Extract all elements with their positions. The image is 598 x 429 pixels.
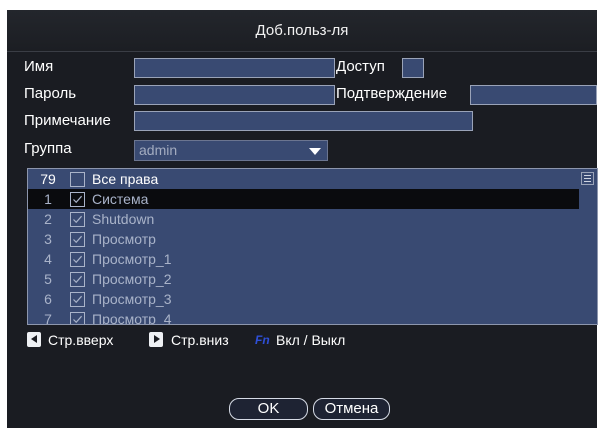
- access-label: Доступ: [336, 58, 385, 75]
- checkmark-icon[interactable]: [70, 192, 85, 207]
- list-item[interactable]: 2 Shutdown: [28, 209, 579, 229]
- list-item-number: 7: [44, 311, 52, 325]
- chevron-left-icon[interactable]: [27, 332, 41, 347]
- list-item[interactable]: 1 Система: [28, 189, 579, 209]
- list-item-number: 3: [44, 231, 52, 247]
- permissions-count: 79: [40, 171, 56, 187]
- group-select[interactable]: admin: [134, 140, 328, 161]
- note-label: Примечание: [24, 112, 111, 129]
- select-all-checkbox[interactable]: [70, 172, 85, 187]
- permissions-header-row[interactable]: 79 Все права: [28, 169, 579, 189]
- list-item-label: Shutdown: [92, 211, 155, 227]
- ok-button[interactable]: OK: [229, 398, 308, 420]
- access-checkbox[interactable]: [402, 58, 424, 78]
- confirm-password-input[interactable]: [470, 85, 597, 105]
- checkmark-icon[interactable]: [70, 252, 85, 267]
- list-item-number: 5: [44, 271, 52, 287]
- add-user-dialog: Доб.польз-ля Имя Доступ Пароль Подтвержд…: [7, 10, 598, 428]
- list-item-label: Система: [92, 191, 149, 207]
- confirm-label: Подтверждение: [336, 85, 448, 102]
- list-item[interactable]: 4 Просмотр_1: [28, 249, 579, 269]
- list-item-number: 1: [44, 191, 52, 207]
- select-all-label: Все права: [92, 171, 159, 187]
- name-label: Имя: [24, 58, 54, 75]
- toggle-label[interactable]: Вкл / Выкл: [276, 331, 345, 349]
- list-item-number: 4: [44, 251, 52, 267]
- page-down-label[interactable]: Стр.вниз: [171, 331, 229, 349]
- password-label: Пароль: [24, 85, 77, 102]
- list-item[interactable]: 7 Просмотр_4: [28, 309, 579, 325]
- chevron-right-icon[interactable]: [149, 332, 163, 347]
- cancel-button[interactable]: Отмена: [313, 398, 390, 420]
- checkmark-icon[interactable]: [70, 212, 85, 227]
- list-scrollbar[interactable]: [577, 169, 597, 324]
- name-input[interactable]: [134, 58, 335, 78]
- checkmark-icon[interactable]: [70, 272, 85, 287]
- list-item-label: Просмотр_3: [92, 291, 172, 307]
- fn-key-icon: Fn: [255, 333, 270, 347]
- checkmark-icon[interactable]: [70, 292, 85, 307]
- chevron-down-icon: [309, 148, 321, 155]
- checkmark-icon[interactable]: [70, 312, 85, 324]
- list-item-number: 2: [44, 211, 52, 227]
- page-up-label[interactable]: Стр.вверх: [48, 331, 113, 349]
- group-label: Группа: [24, 140, 72, 157]
- list-item-label: Просмотр: [92, 231, 156, 247]
- note-input[interactable]: [134, 111, 473, 131]
- group-select-value: admin: [139, 142, 178, 158]
- list-item-number: 6: [44, 291, 52, 307]
- list-item-label: Просмотр_4: [92, 311, 172, 325]
- password-input[interactable]: [134, 85, 335, 105]
- list-item[interactable]: 3 Просмотр: [28, 229, 579, 249]
- list-item-label: Просмотр_1: [92, 251, 172, 267]
- dialog-title: Доб.польз-ля: [255, 22, 349, 39]
- checkmark-icon[interactable]: [70, 232, 85, 247]
- list-item[interactable]: 6 Просмотр_3: [28, 289, 579, 309]
- list-item[interactable]: 5 Просмотр_2: [28, 269, 579, 289]
- dialog-titlebar: Доб.польз-ля: [7, 10, 597, 52]
- permissions-list[interactable]: 79 Все права 1 Система 2 Shutdown 3 Прос…: [27, 168, 598, 325]
- list-item-label: Просмотр_2: [92, 271, 172, 287]
- menu-icon[interactable]: [581, 172, 594, 185]
